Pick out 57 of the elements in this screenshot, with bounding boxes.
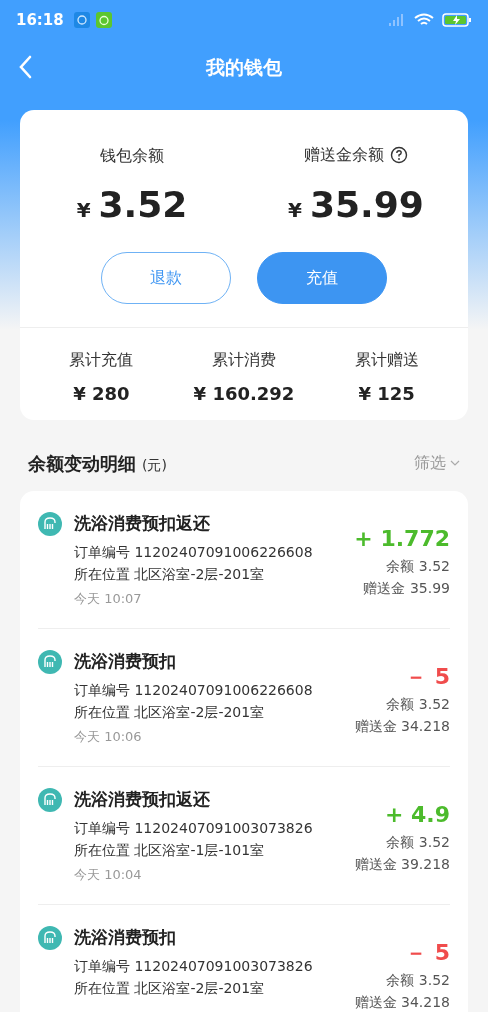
app-notification-icon xyxy=(73,12,90,28)
gift-balance-amount: 35.99 xyxy=(310,183,424,227)
transaction-time: 今天 10:04 xyxy=(74,866,143,884)
recharge-button[interactable]: 充值 xyxy=(257,252,387,304)
amount-change: － 5 xyxy=(405,663,450,691)
transaction-title: 洗浴消费预扣 xyxy=(74,926,177,949)
amount-change: + 1.772 xyxy=(354,525,450,553)
battery-charging-icon xyxy=(442,13,472,27)
balance-after: 余额 3.52 xyxy=(386,557,450,576)
currency-symbol: ¥ xyxy=(76,197,91,224)
balance-after: 余额 3.52 xyxy=(386,833,450,852)
gift-balance-after: 赠送金 35.99 xyxy=(363,579,450,598)
filter-dropdown[interactable]: 筛选 xyxy=(414,451,460,475)
transaction-time: 今天 10:06 xyxy=(74,728,143,746)
wallet-balance-label: 钱包余额 xyxy=(100,145,164,166)
order-number: 订单编号 11202407091003073826 xyxy=(74,957,314,976)
amount-change: + 4.9 xyxy=(384,801,450,829)
page-title: 我的钱包 xyxy=(206,55,282,81)
transaction-title: 洗浴消费预扣返还 xyxy=(74,788,211,811)
stat-value: ¥ 125 xyxy=(358,382,415,406)
balance-after: 余额 3.52 xyxy=(386,695,450,714)
stat-label: 累计消费 xyxy=(212,349,276,371)
wifi-icon xyxy=(414,13,434,27)
unit-label: (元) xyxy=(142,455,167,475)
location-text: 所在位置 北区浴室-2层-201室 xyxy=(74,979,266,998)
shower-room-icon xyxy=(38,650,62,674)
stat-value: ¥ 280 xyxy=(73,382,130,406)
balance-after: 余额 3.52 xyxy=(386,971,450,990)
gift-balance-after: 赠送金 34.218 xyxy=(354,993,450,1012)
amount-change: － 5 xyxy=(405,939,450,967)
shower-room-icon xyxy=(38,926,62,950)
chevron-down-icon xyxy=(450,460,460,466)
help-icon[interactable] xyxy=(390,146,408,164)
gift-balance-label: 赠送金余额 xyxy=(304,144,384,166)
gift-balance-after: 赠送金 39.218 xyxy=(354,855,450,874)
currency-symbol: ¥ xyxy=(288,197,302,224)
shower-room-icon xyxy=(38,788,62,812)
location-text: 所在位置 北区浴室-2层-201室 xyxy=(74,565,266,584)
location-text: 所在位置 北区浴室-2层-201室 xyxy=(74,703,266,722)
location-text: 所在位置 北区浴室-1层-101室 xyxy=(74,841,266,860)
order-number: 订单编号 11202407091003073826 xyxy=(74,819,314,838)
app-notification-icon xyxy=(95,12,112,28)
transaction-title: 洗浴消费预扣返还 xyxy=(74,512,211,535)
stat-label: 累计充值 xyxy=(69,349,134,371)
signal-icon xyxy=(388,13,406,27)
refund-button[interactable]: 退款 xyxy=(101,252,231,304)
transaction-title: 洗浴消费预扣 xyxy=(74,650,177,673)
section-title: 余额变动明细 xyxy=(28,451,136,476)
status-time: 16:18 xyxy=(16,9,64,31)
stat-label: 累计赠送 xyxy=(354,349,419,371)
order-number: 订单编号 11202407091006226608 xyxy=(74,543,314,562)
wallet-balance-amount: 3.52 xyxy=(98,183,188,227)
gift-balance-after: 赠送金 34.218 xyxy=(354,717,450,736)
stat-value: ¥ 160.292 xyxy=(193,382,295,406)
order-number: 订单编号 11202407091006226608 xyxy=(74,681,314,700)
transaction-time: 今天 10:07 xyxy=(74,590,143,608)
shower-room-icon xyxy=(38,512,62,536)
